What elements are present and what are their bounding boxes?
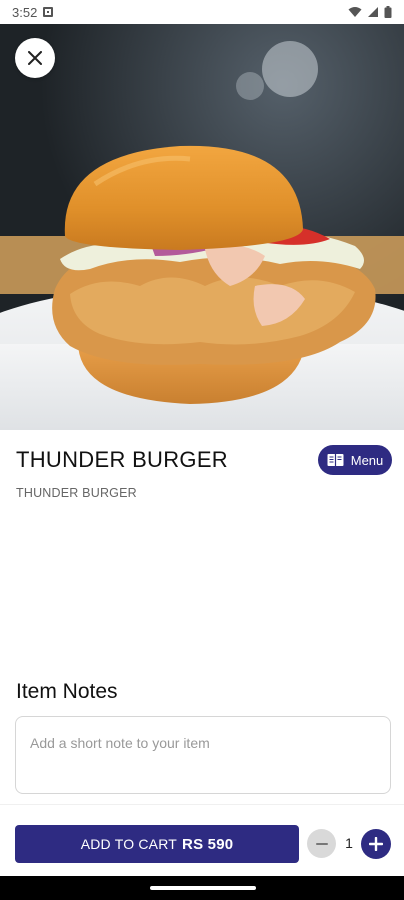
- system-navigation-bar: [0, 876, 404, 900]
- add-to-cart-price: RS 590: [182, 835, 234, 853]
- quantity-value: 1: [345, 835, 353, 851]
- decrease-quantity-button[interactable]: [307, 829, 336, 858]
- menu-button[interactable]: Menu: [318, 445, 392, 475]
- close-button[interactable]: [15, 38, 55, 78]
- notification-icon: [43, 7, 54, 17]
- item-title: THUNDER BURGER: [16, 447, 228, 472]
- close-icon: [28, 51, 42, 65]
- home-indicator[interactable]: [150, 886, 256, 890]
- item-notes-input[interactable]: Add a short note to your item: [15, 716, 391, 794]
- add-to-cart-button[interactable]: ADD TO CART RS 590: [15, 825, 299, 863]
- bottom-action-bar: ADD TO CART RS 590 1: [0, 804, 404, 876]
- signal-icon: [368, 7, 378, 17]
- wifi-icon: [348, 7, 362, 17]
- plus-icon: [369, 837, 383, 851]
- burger-photo: [0, 24, 404, 430]
- status-time: 3:52: [12, 4, 38, 20]
- minus-icon: [315, 842, 328, 845]
- item-image: [0, 24, 404, 430]
- item-header: THUNDER BURGER Menu: [16, 445, 392, 475]
- add-to-cart-label: ADD TO CART: [80, 836, 178, 852]
- status-bar: 3:52: [0, 0, 404, 24]
- battery-icon: [384, 6, 392, 18]
- item-notes-title: Item Notes: [16, 680, 118, 703]
- increase-quantity-button[interactable]: [361, 829, 391, 859]
- book-icon: [327, 454, 344, 466]
- item-subtitle: THUNDER BURGER: [16, 486, 137, 500]
- menu-button-label: Menu: [350, 452, 384, 468]
